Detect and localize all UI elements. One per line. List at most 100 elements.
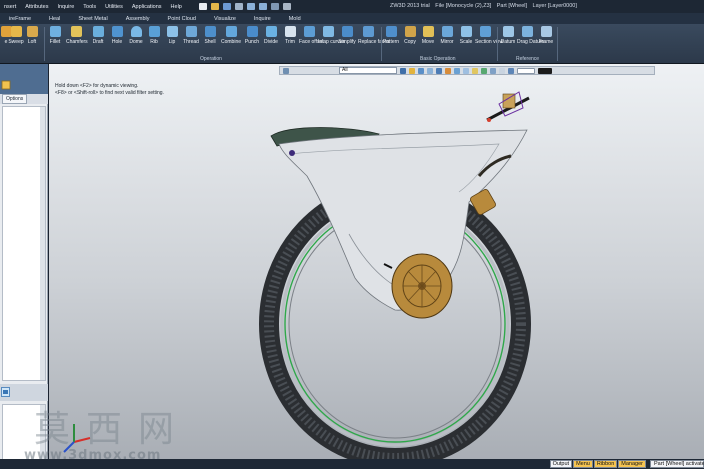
tab-options[interactable]: Options xyxy=(2,94,28,104)
copy-button[interactable]: Copy xyxy=(400,26,420,45)
ribbon: e Sweep Loft Fillet Chamfers Draft Hole … xyxy=(0,24,704,64)
ribbon-toggle-button[interactable]: Ribbon xyxy=(593,460,618,468)
manager-toggle-button[interactable]: Manager xyxy=(618,460,646,468)
section-view-icon xyxy=(479,26,491,37)
tab-inquire[interactable]: Inquire xyxy=(245,16,280,22)
tab-heal[interactable]: Heal xyxy=(40,16,69,22)
watermark-url: www.3dmox.com xyxy=(24,448,162,463)
hole-button[interactable]: Hole xyxy=(107,26,127,45)
panel-tabs: Options xyxy=(0,94,48,104)
section-view-button[interactable]: Section view xyxy=(475,26,503,45)
part-name: Part [Wheel] xyxy=(496,3,528,9)
new-file-icon[interactable] xyxy=(198,3,207,10)
scale-button[interactable]: Scale xyxy=(456,26,476,45)
combine-button[interactable]: Combine xyxy=(221,26,241,45)
loft-icon xyxy=(26,26,38,37)
fillet-button[interactable]: Fillet xyxy=(45,26,65,45)
save-icon[interactable] xyxy=(222,3,231,10)
rib-button[interactable]: Rib xyxy=(144,26,164,45)
drag-datum-icon xyxy=(521,26,533,37)
menu-utilities[interactable]: Utilities xyxy=(105,4,123,10)
divide-icon xyxy=(265,26,277,37)
chamfer-icon xyxy=(70,26,82,37)
menu-toggle-button[interactable]: Menu xyxy=(573,460,593,468)
save-all-icon[interactable] xyxy=(234,3,243,10)
draft-icon xyxy=(92,26,104,37)
scrollbar[interactable] xyxy=(40,107,45,380)
trim-icon xyxy=(284,26,296,37)
loft-button[interactable]: Loft xyxy=(22,26,42,45)
handlebar[interactable] xyxy=(486,91,530,122)
combine-icon xyxy=(225,26,237,37)
trim-button[interactable]: Trim xyxy=(280,26,300,45)
layer-name: Layer [Layer0000] xyxy=(532,3,577,9)
tab-sheet-metal[interactable]: Sheet Metal xyxy=(69,16,116,22)
menu-tools[interactable]: Tools xyxy=(83,4,96,10)
face-offset-icon xyxy=(303,26,315,37)
move-icon xyxy=(422,26,434,37)
draft-button[interactable]: Draft xyxy=(88,26,108,45)
punch-icon xyxy=(246,26,258,37)
rear-light xyxy=(289,150,295,156)
frame-icon xyxy=(540,26,552,37)
thread-button[interactable]: Thread xyxy=(181,26,201,45)
group-label-operation: Operation xyxy=(200,56,222,62)
copy-icon xyxy=(404,26,416,37)
menu-attributes[interactable]: Attributes xyxy=(25,4,48,10)
dome-button[interactable]: Dome xyxy=(126,26,146,45)
lip-button[interactable]: Lip xyxy=(162,26,182,45)
simplify-icon xyxy=(341,26,353,37)
rib-icon xyxy=(148,26,160,37)
menu-insert[interactable]: nsert xyxy=(4,4,16,10)
lip-icon xyxy=(166,26,178,37)
output-button[interactable]: Output xyxy=(549,460,573,468)
shell-button[interactable]: Shell xyxy=(200,26,220,45)
punch-button[interactable]: Punch xyxy=(242,26,262,45)
face-offset-button[interactable]: Face offset xyxy=(299,26,324,45)
group-label-reference: Reference xyxy=(516,56,540,62)
menu-applications[interactable]: Applications xyxy=(132,4,162,10)
tab-assembly[interactable]: Assembly xyxy=(117,16,159,22)
history-tree[interactable] xyxy=(2,106,46,381)
drag-datum-button[interactable]: Drag Datum xyxy=(517,26,544,45)
tab-visualize[interactable]: Visualize xyxy=(205,16,245,22)
mirror-button[interactable]: Mirror xyxy=(437,26,457,45)
menu-help[interactable]: Help xyxy=(171,4,182,10)
ribbon-separator xyxy=(557,27,558,61)
frame-button[interactable]: Frame xyxy=(536,26,556,45)
hole-icon xyxy=(111,26,123,37)
tree-icon[interactable] xyxy=(1,80,11,90)
pattern-button[interactable]: Pattern xyxy=(381,26,401,45)
settings-icon[interactable] xyxy=(270,3,279,10)
watermark-chinese: 莫西网 xyxy=(34,409,191,450)
chamfers-button[interactable]: Chamfers xyxy=(66,26,88,45)
tab-point-cloud[interactable]: Point Cloud xyxy=(159,16,205,22)
datum-button[interactable]: Datum xyxy=(498,26,518,45)
print-icon[interactable] xyxy=(282,3,291,10)
hub-motor[interactable] xyxy=(391,253,453,319)
file-name: File [Monocycle (2),Z3] xyxy=(435,3,492,9)
ribbon-tabs: ireFrame Heal Sheet Metal Assembly Point… xyxy=(0,13,704,24)
move-button[interactable]: Move xyxy=(418,26,438,45)
status-message: Part [Wheel] activated. xyxy=(650,460,704,468)
simplify-button[interactable]: Simplify xyxy=(337,26,357,45)
part-icon[interactable] xyxy=(1,387,11,398)
open-folder-icon[interactable] xyxy=(210,3,219,10)
window-title: ZW3D 2013 trial File [Monocycle (2),Z3] … xyxy=(390,3,581,9)
dome-icon xyxy=(130,26,142,37)
shell-icon xyxy=(204,26,216,37)
replace-faces-button[interactable]: Replace faces xyxy=(358,26,390,45)
undo-icon[interactable] xyxy=(246,3,255,10)
quick-access-toolbar xyxy=(197,3,293,10)
redo-icon[interactable] xyxy=(258,3,267,10)
datum-icon xyxy=(502,26,514,37)
inlap-curves-button[interactable]: Inlap curves xyxy=(318,26,345,45)
menu-inquire[interactable]: Inquire xyxy=(57,4,74,10)
replace-faces-icon xyxy=(362,26,374,37)
title-menu-bar: nsert Attributes Inquire Tools Utilities… xyxy=(0,0,704,13)
tab-mold[interactable]: Mold xyxy=(280,16,310,22)
tab-wireframe[interactable]: ireFrame xyxy=(0,16,40,22)
pattern-icon xyxy=(385,26,397,37)
divide-button[interactable]: Divide xyxy=(261,26,281,45)
scale-icon xyxy=(460,26,472,37)
